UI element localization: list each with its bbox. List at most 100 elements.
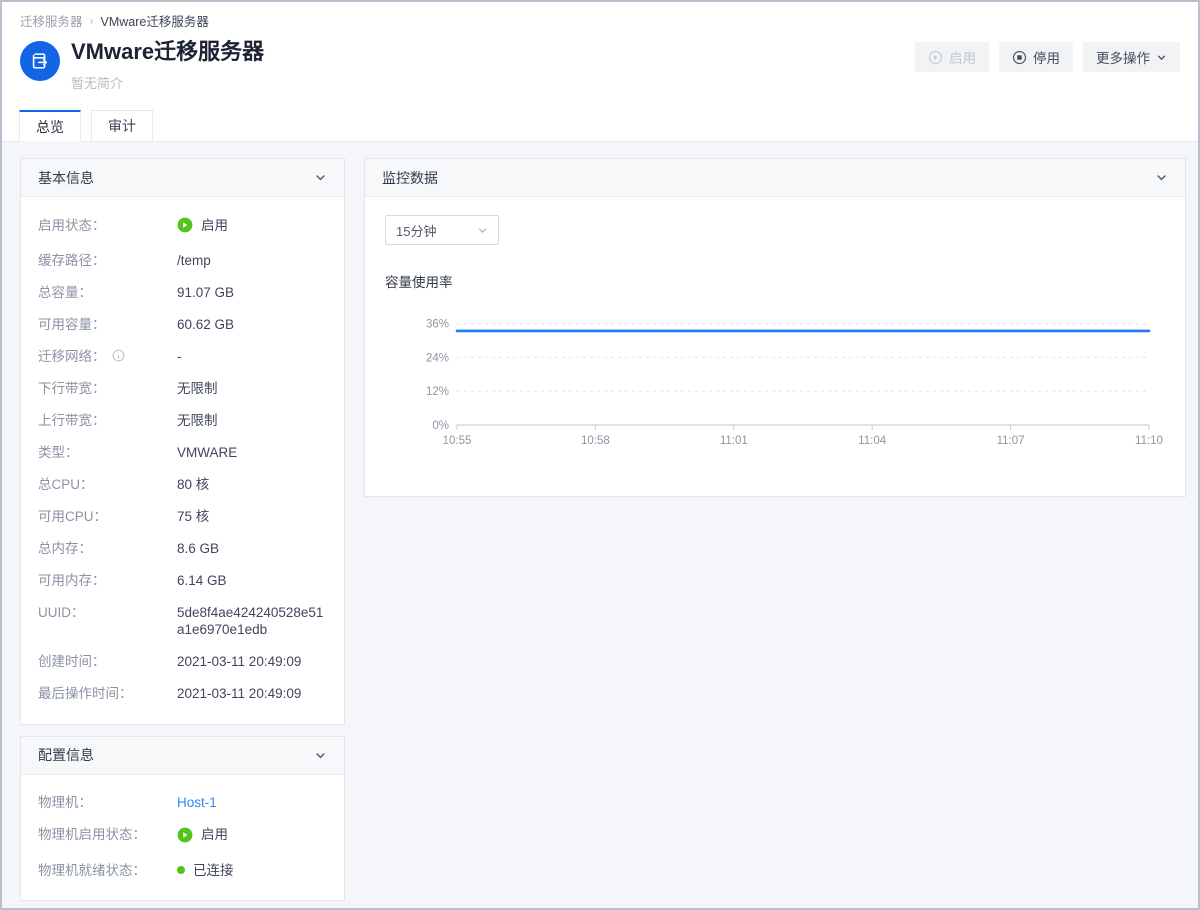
tab-overview[interactable]: 总览 bbox=[19, 110, 81, 142]
info-row: 类型：VMWARE bbox=[38, 437, 327, 469]
info-row-label: 物理机就绪状态： bbox=[38, 862, 177, 879]
capacity-chart-svg: 0%12%24%36%10:5510:5811:0111:0411:0711:1… bbox=[385, 295, 1165, 465]
info-row: 总内存：8.6 GB bbox=[38, 533, 327, 565]
content: 基本信息 启用状态：启用缓存路径：/temp总容量：91.07 GB可用容量：6… bbox=[2, 142, 1198, 908]
left-column: 基本信息 启用状态：启用缓存路径：/temp总容量：91.07 GB可用容量：6… bbox=[20, 158, 345, 901]
svg-text:36%: 36% bbox=[426, 319, 449, 331]
info-row-label: 总内存： bbox=[38, 540, 177, 557]
info-icon[interactable] bbox=[112, 349, 125, 362]
info-row: 可用CPU：75 核 bbox=[38, 501, 327, 533]
info-row: 上行带宽：无限制 bbox=[38, 405, 327, 437]
info-row-label: 总CPU： bbox=[38, 476, 177, 493]
info-row-label: UUID： bbox=[38, 604, 177, 638]
monitor-card-header[interactable]: 监控数据 bbox=[365, 159, 1185, 197]
svg-text:11:07: 11:07 bbox=[997, 435, 1025, 447]
chevron-down-icon bbox=[1156, 52, 1167, 63]
chevron-down-icon bbox=[477, 225, 488, 236]
title-block: VMware迁移服务器 暂无简介 bbox=[71, 39, 264, 92]
info-row-label: 下行带宽： bbox=[38, 380, 177, 397]
svg-text:11:10: 11:10 bbox=[1135, 435, 1163, 447]
page: 迁移服务器 › VMware迁移服务器 VMware迁移服务器 暂无简介 bbox=[0, 0, 1200, 910]
info-row: UUID：5de8f4ae424240528e51a1e6970e1edb bbox=[38, 597, 327, 646]
info-row-value: 已连接 bbox=[177, 862, 327, 879]
time-range-value: 15分钟 bbox=[396, 221, 436, 240]
play-circle-icon bbox=[928, 50, 943, 65]
chart-title: 容量使用率 bbox=[385, 271, 1165, 291]
more-actions-button[interactable]: 更多操作 bbox=[1083, 42, 1180, 72]
info-row: 物理机启用状态：启用 bbox=[38, 819, 327, 855]
info-row: 最后操作时间：2021-03-11 20:49:09 bbox=[38, 678, 327, 710]
info-row-value: /temp bbox=[177, 252, 327, 269]
info-row: 启用状态：启用 bbox=[38, 209, 327, 245]
enabled-status-icon bbox=[177, 827, 193, 847]
breadcrumb-item-migration-servers[interactable]: 迁移服务器 bbox=[20, 11, 83, 30]
info-row-value: 75 核 bbox=[177, 508, 327, 525]
monitor-body: 15分钟 容量使用率 0%12%24%36%10:5510:5811:0111:… bbox=[365, 197, 1185, 496]
info-row: 创建时间：2021-03-11 20:49:09 bbox=[38, 646, 327, 678]
enabled-status-icon bbox=[177, 217, 193, 237]
disable-button-label: 停用 bbox=[1033, 47, 1060, 67]
config-info-card-title: 配置信息 bbox=[38, 745, 94, 765]
info-row-value: VMWARE bbox=[177, 444, 327, 461]
info-row-value: 无限制 bbox=[177, 380, 327, 397]
time-range-select[interactable]: 15分钟 bbox=[385, 215, 499, 245]
info-row-label: 物理机： bbox=[38, 794, 177, 811]
info-row-value: 91.07 GB bbox=[177, 284, 327, 301]
info-row: 物理机就绪状态：已连接 bbox=[38, 854, 327, 886]
page-header: VMware迁移服务器 暂无简介 启用 bbox=[20, 39, 1180, 92]
info-row-value: 80 核 bbox=[177, 476, 327, 493]
chevron-right-icon: › bbox=[90, 14, 94, 28]
svg-text:0%: 0% bbox=[432, 420, 449, 432]
info-row: 缓存路径：/temp bbox=[38, 245, 327, 277]
info-row-label: 创建时间： bbox=[38, 653, 177, 670]
tab-audit[interactable]: 审计 bbox=[91, 110, 153, 142]
connected-dot-icon bbox=[177, 866, 185, 874]
svg-text:24%: 24% bbox=[426, 352, 449, 364]
page-subtitle: 暂无简介 bbox=[71, 73, 264, 92]
info-row-value: 启用 bbox=[177, 217, 327, 238]
info-row-value: - bbox=[177, 348, 327, 365]
info-row-label: 可用容量： bbox=[38, 316, 177, 333]
breadcrumb: 迁移服务器 › VMware迁移服务器 bbox=[2, 2, 1198, 30]
header-actions: 启用 停用 更多操作 bbox=[915, 42, 1180, 92]
info-row-value: 60.62 GB bbox=[177, 316, 327, 333]
disable-button[interactable]: 停用 bbox=[999, 42, 1073, 72]
right-column: 监控数据 15分钟 容量使用率 0%12%24%36%10:5510:5811 bbox=[364, 158, 1186, 497]
info-row-value: 启用 bbox=[177, 826, 327, 847]
monitor-card-title: 监控数据 bbox=[382, 168, 438, 188]
physical-host-link[interactable]: Host-1 bbox=[177, 794, 327, 811]
info-row-value: 2021-03-11 20:49:09 bbox=[177, 685, 327, 702]
svg-text:10:55: 10:55 bbox=[443, 435, 472, 447]
info-row-label: 迁移网络： bbox=[38, 348, 177, 365]
config-info-card-header[interactable]: 配置信息 bbox=[21, 737, 344, 775]
info-row-value: 2021-03-11 20:49:09 bbox=[177, 653, 327, 670]
chevron-down-icon[interactable] bbox=[314, 171, 327, 184]
basic-info-card: 基本信息 启用状态：启用缓存路径：/temp总容量：91.07 GB可用容量：6… bbox=[20, 158, 345, 725]
chevron-down-icon[interactable] bbox=[1155, 171, 1168, 184]
info-row-label: 类型： bbox=[38, 444, 177, 461]
info-row-label: 上行带宽： bbox=[38, 412, 177, 429]
page-title: VMware迁移服务器 bbox=[71, 39, 264, 65]
info-row-value: 5de8f4ae424240528e51a1e6970e1edb bbox=[177, 604, 327, 638]
stop-circle-icon bbox=[1012, 50, 1027, 65]
tab-bar: 总览 审计 bbox=[2, 110, 1198, 142]
basic-info-card-title: 基本信息 bbox=[38, 168, 94, 188]
enable-button-label: 启用 bbox=[949, 47, 976, 67]
info-row-label: 启用状态： bbox=[38, 217, 177, 238]
info-row-label: 缓存路径： bbox=[38, 252, 177, 269]
info-row-label: 物理机启用状态： bbox=[38, 826, 177, 847]
svg-text:12%: 12% bbox=[426, 386, 449, 398]
info-row-label: 最后操作时间： bbox=[38, 685, 177, 702]
more-actions-button-label: 更多操作 bbox=[1096, 47, 1150, 67]
info-row: 可用内存：6.14 GB bbox=[38, 565, 327, 597]
capacity-usage-chart: 0%12%24%36%10:5510:5811:0111:0411:0711:1… bbox=[385, 295, 1165, 470]
svg-text:11:04: 11:04 bbox=[858, 435, 887, 447]
basic-info-card-header[interactable]: 基本信息 bbox=[21, 159, 344, 197]
info-row-value: 8.6 GB bbox=[177, 540, 327, 557]
chevron-down-icon[interactable] bbox=[314, 749, 327, 762]
info-row-value: 6.14 GB bbox=[177, 572, 327, 589]
info-row-label: 总容量： bbox=[38, 284, 177, 301]
enable-button[interactable]: 启用 bbox=[915, 42, 989, 72]
info-row-label: 可用CPU： bbox=[38, 508, 177, 525]
info-row: 迁移网络：- bbox=[38, 341, 327, 373]
